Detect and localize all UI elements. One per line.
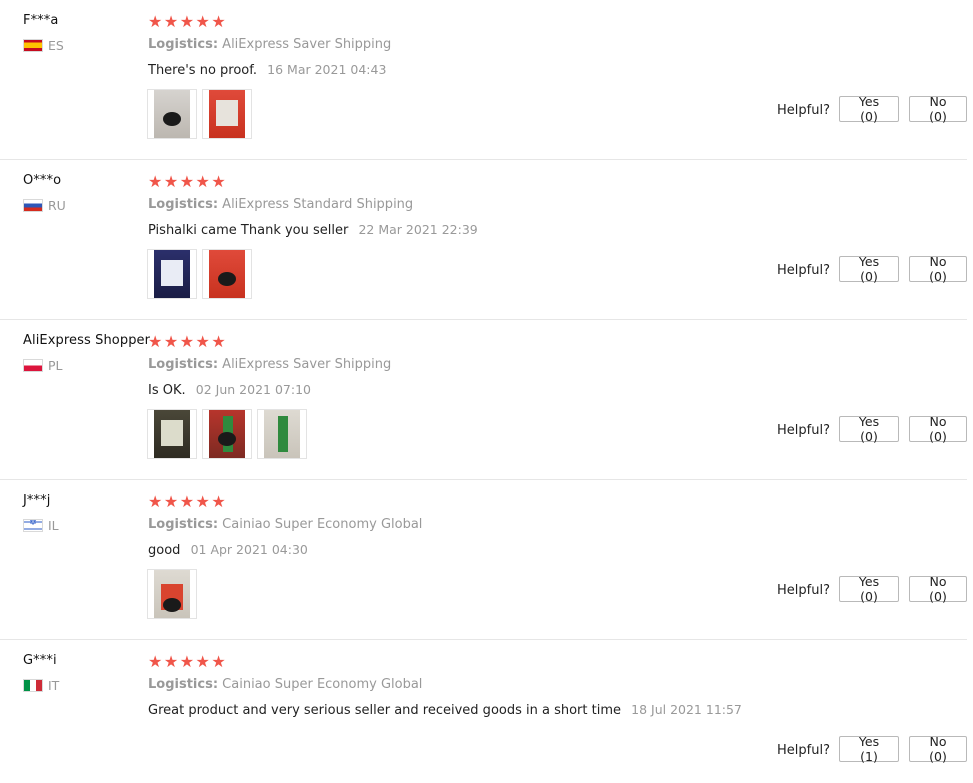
- logistics-label: Logistics:: [148, 197, 219, 212]
- helpful-yes-button[interactable]: Yes (0): [839, 574, 899, 604]
- star-rating: ★★★★★: [148, 172, 228, 191]
- italy-flag-icon: [23, 679, 43, 692]
- reviewer-country: IT: [23, 678, 59, 693]
- review-photos: [147, 249, 252, 299]
- logistics-method: AliExpress Standard Shipping: [222, 197, 414, 212]
- reviewer-name: J***j: [23, 493, 51, 508]
- country-code: IL: [48, 518, 59, 533]
- helpful-no-button[interactable]: No (0): [909, 254, 967, 284]
- helpful-label: Helpful?: [777, 102, 830, 118]
- reviewer-country: ES: [23, 38, 64, 53]
- review-photo-thumbnail[interactable]: [147, 89, 197, 139]
- helpful-yes-button[interactable]: Yes (0): [839, 414, 899, 444]
- logistics-info: Logistics: AliExpress Standard Shipping: [148, 197, 413, 212]
- logistics-method: Cainiao Super Economy Global: [222, 677, 423, 692]
- logistics-label: Logistics:: [148, 357, 219, 372]
- review-comment: There's no proof. 16 Mar 2021 04:43: [148, 62, 386, 78]
- helpful-no-button[interactable]: No (0): [909, 734, 967, 764]
- review-photo-thumbnail[interactable]: [202, 409, 252, 459]
- review-photo-thumbnail[interactable]: [257, 409, 307, 459]
- helpful-vote: Helpful? Yes (0) No (0): [777, 94, 967, 124]
- reviewer-name: O***o: [23, 173, 62, 188]
- review-text: good: [148, 543, 181, 558]
- logistics-method: AliExpress Saver Shipping: [222, 357, 392, 372]
- reviewer-name: G***i: [23, 653, 57, 668]
- helpful-no-button[interactable]: No (0): [909, 94, 967, 124]
- review-photo-thumbnail[interactable]: [202, 249, 252, 299]
- review-comment: Great product and very serious seller an…: [148, 702, 742, 718]
- review-photo-thumbnail[interactable]: [147, 249, 197, 299]
- logistics-method: AliExpress Saver Shipping: [222, 37, 392, 52]
- helpful-no-button[interactable]: No (0): [909, 414, 967, 444]
- country-code: IT: [48, 678, 60, 693]
- reviewer-country: RU: [23, 198, 66, 213]
- review-item: O***o RU ★★★★★ Logistics: AliExpress Sta…: [0, 160, 967, 320]
- review-photos: [147, 409, 307, 459]
- reviewer-name: F***a: [23, 13, 59, 28]
- review-text: Great product and very serious seller an…: [148, 703, 621, 718]
- logistics-label: Logistics:: [148, 37, 219, 52]
- country-code: RU: [48, 198, 66, 213]
- helpful-label: Helpful?: [777, 262, 830, 278]
- helpful-yes-button[interactable]: Yes (0): [839, 254, 899, 284]
- review-photo-thumbnail[interactable]: [202, 89, 252, 139]
- review-comment: Is OK. 02 Jun 2021 07:10: [148, 382, 311, 398]
- reviewer-name: AliExpress Shopper: [23, 333, 151, 348]
- helpful-label: Helpful?: [777, 582, 830, 598]
- review-date: 18 Jul 2021 11:57: [631, 702, 742, 717]
- helpful-vote: Helpful? Yes (0) No (0): [777, 574, 967, 604]
- review-comment: good 01 Apr 2021 04:30: [148, 542, 308, 558]
- review-item: J***j IL ★★★★★ Logistics: Cainiao Super …: [0, 480, 967, 640]
- review-comment: Pishalki came Thank you seller 22 Mar 20…: [148, 222, 478, 238]
- review-text: Is OK.: [148, 383, 186, 398]
- logistics-method: Cainiao Super Economy Global: [222, 517, 423, 532]
- star-rating: ★★★★★: [148, 652, 228, 671]
- logistics-label: Logistics:: [148, 677, 219, 692]
- review-date: 01 Apr 2021 04:30: [190, 542, 308, 557]
- review-item: AliExpress Shopper PL ★★★★★ Logistics: A…: [0, 320, 967, 480]
- helpful-vote: Helpful? Yes (0) No (0): [777, 414, 967, 444]
- star-rating: ★★★★★: [148, 492, 228, 511]
- review-date: 02 Jun 2021 07:10: [195, 382, 311, 397]
- logistics-info: Logistics: Cainiao Super Economy Global: [148, 677, 422, 692]
- review-item: G***i IT ★★★★★ Logistics: Cainiao Super …: [0, 640, 967, 783]
- spain-flag-icon: [23, 39, 43, 52]
- poland-flag-icon: [23, 359, 43, 372]
- helpful-yes-button[interactable]: Yes (1): [839, 734, 899, 764]
- review-photo-thumbnail[interactable]: [147, 569, 197, 619]
- helpful-vote: Helpful? Yes (0) No (0): [777, 254, 967, 284]
- helpful-yes-button[interactable]: Yes (0): [839, 94, 899, 124]
- logistics-info: Logistics: AliExpress Saver Shipping: [148, 37, 391, 52]
- review-photos: [147, 89, 252, 139]
- review-photo-thumbnail[interactable]: [147, 409, 197, 459]
- logistics-info: Logistics: Cainiao Super Economy Global: [148, 517, 422, 532]
- star-rating: ★★★★★: [148, 332, 228, 351]
- helpful-no-button[interactable]: No (0): [909, 574, 967, 604]
- reviewer-country: IL: [23, 518, 59, 533]
- israel-flag-icon: [23, 519, 43, 532]
- reviewer-country: PL: [23, 358, 63, 373]
- review-item: F***a ES ★★★★★ Logistics: AliExpress Sav…: [0, 0, 967, 160]
- review-date: 16 Mar 2021 04:43: [267, 62, 387, 77]
- review-list: F***a ES ★★★★★ Logistics: AliExpress Sav…: [0, 0, 973, 783]
- star-rating: ★★★★★: [148, 12, 228, 31]
- logistics-info: Logistics: AliExpress Saver Shipping: [148, 357, 391, 372]
- review-date: 22 Mar 2021 22:39: [358, 222, 478, 237]
- russia-flag-icon: [23, 199, 43, 212]
- country-code: ES: [48, 38, 64, 53]
- review-text: There's no proof.: [148, 63, 258, 78]
- helpful-label: Helpful?: [777, 742, 830, 758]
- logistics-label: Logistics:: [148, 517, 219, 532]
- helpful-vote: Helpful? Yes (1) No (0): [777, 734, 967, 764]
- country-code: PL: [48, 358, 63, 373]
- helpful-label: Helpful?: [777, 422, 830, 438]
- review-photos: [147, 569, 197, 619]
- review-text: Pishalki came Thank you seller: [148, 223, 349, 238]
